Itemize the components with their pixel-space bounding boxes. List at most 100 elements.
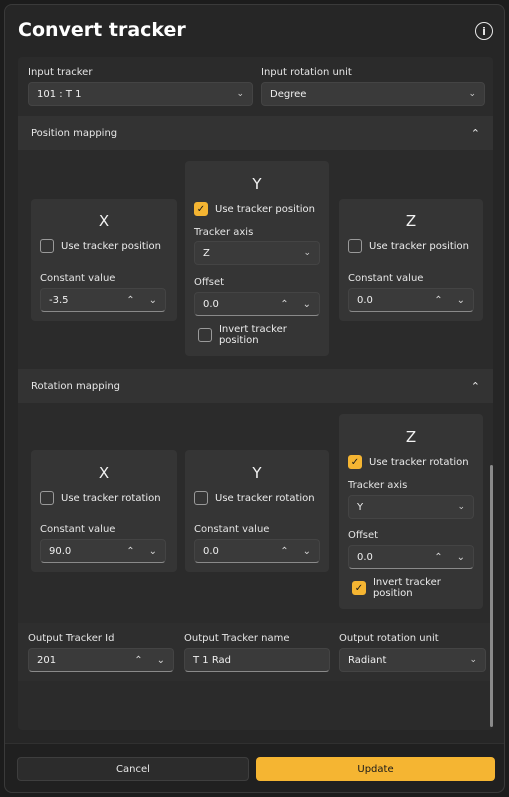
position-z-card: Z Use tracker position Constant value 0.… (339, 199, 483, 321)
chevron-up-icon: ⌃ (470, 379, 480, 393)
content-scrollbar[interactable] (490, 465, 493, 727)
checkbox-box: ✓ (352, 581, 366, 595)
spin-up-icon[interactable]: ⌃ (126, 546, 134, 557)
rotation-x-use-tracker-checkbox[interactable]: Use tracker rotation (40, 491, 161, 505)
checkbox-label: Use tracker position (215, 203, 316, 215)
rotation-mapping-title: Rotation mapping (31, 380, 121, 392)
checkbox-label: Use tracker rotation (215, 492, 315, 504)
position-x-title: X (98, 212, 110, 230)
position-z-constant-value: 0.0 (357, 294, 373, 306)
info-icon[interactable]: i (475, 22, 493, 40)
chevron-down-icon: ⌄ (469, 655, 477, 665)
chevron-down-icon: ⌄ (468, 89, 476, 99)
rotation-z-invert-checkbox[interactable]: ✓ Invert tracker position (352, 577, 483, 599)
position-x-card: X Use tracker position Constant value -3… (31, 199, 177, 321)
position-z-constant-input[interactable]: 0.0 ⌃ ⌄ (348, 288, 474, 312)
position-y-offset-label: Offset (194, 277, 225, 288)
input-tracker-value: 101 : T 1 (37, 88, 82, 100)
position-y-offset-value: 0.0 (203, 298, 219, 310)
rotation-y-use-tracker-checkbox[interactable]: Use tracker rotation (194, 491, 315, 505)
checkbox-box: ✓ (194, 202, 208, 216)
output-tracker-name-label: Output Tracker name (184, 633, 290, 644)
chevron-down-icon: ⌄ (303, 248, 311, 258)
rotation-x-title: X (98, 464, 110, 482)
output-rotation-unit-value: Radiant (348, 654, 387, 666)
position-y-title: Y (252, 175, 262, 193)
rotation-z-use-tracker-checkbox[interactable]: ✓ Use tracker rotation (348, 455, 469, 469)
rotation-x-constant-label: Constant value (40, 524, 116, 535)
spin-down-icon[interactable]: ⌄ (457, 552, 465, 563)
rotation-z-card: Z ✓ Use tracker rotation Tracker axis Y … (339, 414, 483, 609)
rotation-z-axis-select[interactable]: Y ⌄ (348, 495, 474, 519)
checkbox-label: Use tracker rotation (369, 456, 469, 468)
position-y-axis-label: Tracker axis (194, 227, 254, 238)
rotation-y-card: Y Use tracker rotation Constant value 0.… (185, 450, 329, 572)
position-y-axis-select[interactable]: Z ⌄ (194, 241, 320, 265)
chevron-down-icon: ⌄ (236, 89, 244, 99)
spin-up-icon[interactable]: ⌃ (280, 546, 288, 557)
input-tracker-select[interactable]: 101 : T 1 ⌄ (28, 82, 253, 106)
spin-down-icon[interactable]: ⌄ (149, 546, 157, 557)
convert-tracker-dialog: Convert tracker i Input tracker 101 : T … (4, 4, 505, 793)
output-tracker-id-value: 201 (37, 654, 57, 666)
dialog-title: Convert tracker (18, 19, 186, 41)
spin-up-icon[interactable]: ⌃ (126, 295, 134, 306)
position-y-offset-input[interactable]: 0.0 ⌃ ⌄ (194, 292, 320, 316)
rotation-x-constant-input[interactable]: 90.0 ⌃ ⌄ (40, 539, 166, 563)
spin-down-icon[interactable]: ⌄ (457, 295, 465, 306)
rotation-y-constant-value: 0.0 (203, 545, 219, 557)
input-rotation-unit-select[interactable]: Degree ⌄ (261, 82, 485, 106)
position-z-constant-label: Constant value (348, 273, 424, 284)
position-y-card: Y ✓ Use tracker position Tracker axis Z … (185, 161, 329, 356)
output-rotation-unit-label: Output rotation unit (339, 633, 439, 644)
rotation-x-constant-value: 90.0 (49, 545, 72, 557)
rotation-z-axis-label: Tracker axis (348, 480, 408, 491)
rotation-mapping-header[interactable]: Rotation mapping ⌃ (18, 369, 493, 403)
checkbox-label: Use tracker rotation (61, 492, 161, 504)
position-y-invert-checkbox[interactable]: Invert tracker position (198, 324, 329, 346)
dialog-footer: Cancel Update (5, 743, 504, 792)
rotation-x-card: X Use tracker rotation Constant value 90… (31, 450, 177, 572)
checkbox-box: ✓ (348, 455, 362, 469)
update-button[interactable]: Update (256, 757, 495, 781)
output-tracker-name-input[interactable]: T 1 Rad (184, 648, 330, 672)
output-tracker-name-value: T 1 Rad (193, 654, 232, 666)
checkbox-box (198, 328, 212, 342)
output-rotation-unit-select[interactable]: Radiant ⌄ (339, 648, 486, 672)
input-tracker-label: Input tracker (28, 67, 93, 78)
position-x-constant-input[interactable]: -3.5 ⌃ ⌄ (40, 288, 166, 312)
position-y-use-tracker-checkbox[interactable]: ✓ Use tracker position (194, 202, 315, 216)
checkbox-label: Invert tracker position (372, 577, 441, 599)
spin-down-icon[interactable]: ⌄ (303, 546, 311, 557)
spin-down-icon[interactable]: ⌄ (157, 655, 165, 666)
position-x-constant-label: Constant value (40, 273, 116, 284)
checkbox-label: Use tracker position (369, 240, 470, 252)
rotation-z-offset-label: Offset (348, 530, 379, 541)
spin-down-icon[interactable]: ⌄ (149, 295, 157, 306)
spin-up-icon[interactable]: ⌃ (134, 655, 142, 666)
spin-up-icon[interactable]: ⌃ (434, 295, 442, 306)
output-tracker-id-input[interactable]: 201 ⌃ ⌄ (28, 648, 174, 672)
rotation-z-offset-value: 0.0 (357, 551, 373, 563)
rotation-y-constant-input[interactable]: 0.0 ⌃ ⌄ (194, 539, 320, 563)
cancel-button[interactable]: Cancel (17, 757, 249, 781)
position-mapping-header[interactable]: Position mapping ⌃ (18, 116, 493, 150)
checkbox-box (194, 491, 208, 505)
rotation-y-constant-label: Constant value (194, 524, 270, 535)
spin-down-icon[interactable]: ⌄ (303, 299, 311, 310)
spin-up-icon[interactable]: ⌃ (280, 299, 288, 310)
position-x-constant-value: -3.5 (49, 294, 69, 306)
rotation-z-offset-input[interactable]: 0.0 ⌃ ⌄ (348, 545, 474, 569)
input-rotation-unit-label: Input rotation unit (261, 67, 352, 78)
checkbox-label: Use tracker position (61, 240, 162, 252)
checkbox-box (348, 239, 362, 253)
checkbox-box (40, 491, 54, 505)
dialog-content: Input tracker 101 : T 1 ⌄ Input rotation… (18, 57, 493, 730)
position-z-use-tracker-checkbox[interactable]: Use tracker position (348, 239, 469, 253)
position-x-use-tracker-checkbox[interactable]: Use tracker position (40, 239, 161, 253)
checkbox-box (40, 239, 54, 253)
spin-up-icon[interactable]: ⌃ (434, 552, 442, 563)
rotation-z-title: Z (405, 428, 417, 446)
rotation-y-title: Y (252, 464, 262, 482)
chevron-up-icon: ⌃ (470, 126, 480, 140)
